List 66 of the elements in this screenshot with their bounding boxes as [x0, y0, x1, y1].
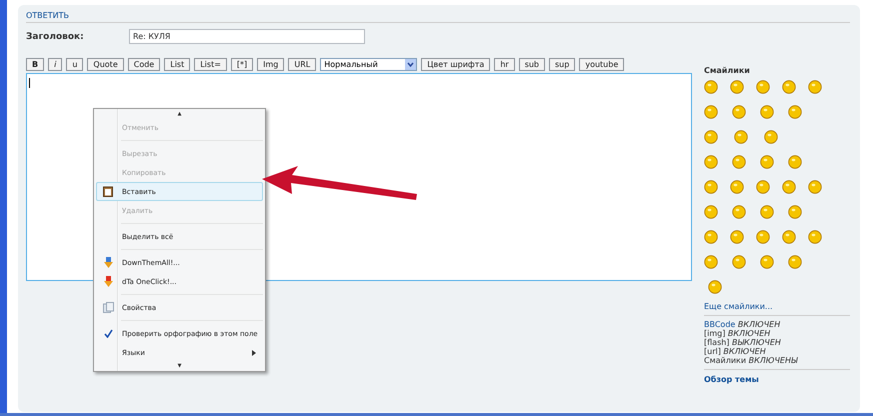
option-status: [flash] ВЫКЛЮЧЕН	[704, 338, 782, 347]
smiley-icon[interactable]	[760, 255, 774, 269]
smiley-icon[interactable]	[782, 180, 796, 194]
smiley-icon[interactable]	[708, 280, 722, 294]
option-status: [img] ВКЛЮЧЕН	[704, 329, 772, 338]
smiley-icon[interactable]	[730, 180, 744, 194]
smiley-icon[interactable]	[782, 230, 796, 244]
smiley-icon[interactable]	[704, 255, 718, 269]
field-label: Заголовок:	[26, 32, 85, 42]
format-button[interactable]: Quote	[87, 58, 124, 71]
smiley-icon[interactable]	[788, 205, 802, 219]
option-status: Смайлики ВКЛЮЧЕНЫ	[704, 356, 799, 365]
format-button[interactable]: List=	[194, 58, 227, 71]
smiley-icon[interactable]	[704, 230, 718, 244]
smiley-icon[interactable]	[788, 255, 802, 269]
format-button[interactable]: hr	[494, 58, 515, 71]
smiley-icon[interactable]	[764, 130, 778, 144]
pages-icon	[102, 302, 114, 313]
more-smileys-link[interactable]: Еще смайлики...	[704, 302, 850, 316]
smiley-icon[interactable]	[704, 130, 718, 144]
smiley-icon[interactable]	[788, 155, 802, 169]
smiley-icon[interactable]	[704, 205, 718, 219]
smiley-icon[interactable]	[760, 155, 774, 169]
format-button[interactable]: Цвет шрифта	[421, 58, 490, 71]
font-size-select[interactable]: Нормальный	[320, 58, 418, 71]
smiley-icon[interactable]	[732, 105, 746, 119]
format-button[interactable]: [*]	[230, 58, 254, 71]
format-button[interactable]: u	[66, 58, 84, 71]
smiley-icon[interactable]	[730, 230, 744, 244]
smiley-icon[interactable]	[808, 180, 822, 194]
smiley-icon[interactable]	[732, 255, 746, 269]
down-arrow-icon	[104, 276, 112, 287]
topic-review-link[interactable]: Обзор темы	[704, 375, 850, 384]
smiley-icon[interactable]	[704, 105, 718, 119]
smiley-icon[interactable]	[808, 80, 822, 94]
option-status: [url] ВКЛЮЧЕН	[704, 347, 767, 356]
smiley-icon[interactable]	[788, 105, 802, 119]
smiley-icon[interactable]	[704, 155, 718, 169]
smiley-icon[interactable]	[808, 230, 822, 244]
subject-field[interactable]: Re: КУЛЯ	[129, 29, 365, 44]
smiley-icon[interactable]	[730, 80, 744, 94]
smiley-icon[interactable]	[756, 80, 770, 94]
format-button[interactable]: Img	[257, 58, 284, 71]
smiley-icon[interactable]	[734, 130, 748, 144]
smileys-title: Смайлики	[704, 66, 751, 75]
clipboard-icon	[103, 186, 113, 197]
format-button[interactable]: youtube	[579, 58, 624, 71]
smiley-icon[interactable]	[732, 205, 746, 219]
format-button[interactable]: B	[26, 58, 44, 71]
smiley-icon[interactable]	[756, 180, 770, 194]
smiley-icon[interactable]	[760, 105, 774, 119]
smiley-icon[interactable]	[704, 180, 718, 194]
smiley-icon[interactable]	[782, 80, 796, 94]
option-status: BBCode ВКЛЮЧЕН	[704, 320, 782, 329]
format-button[interactable]: Code	[128, 58, 160, 71]
format-button[interactable]: URL	[288, 58, 316, 71]
smiley-icon[interactable]	[704, 80, 718, 94]
format-button[interactable]: sup	[549, 58, 576, 71]
smiley-icon[interactable]	[732, 155, 746, 169]
down-arrow-icon	[104, 257, 112, 268]
smiley-icon[interactable]	[756, 230, 770, 244]
format-button[interactable]: sub	[518, 58, 546, 71]
smiley-icon[interactable]	[760, 205, 774, 219]
format-button[interactable]: List	[164, 58, 190, 71]
section-title: ОТВЕТИТЬ	[26, 11, 850, 23]
format-button[interactable]: i	[48, 58, 62, 71]
